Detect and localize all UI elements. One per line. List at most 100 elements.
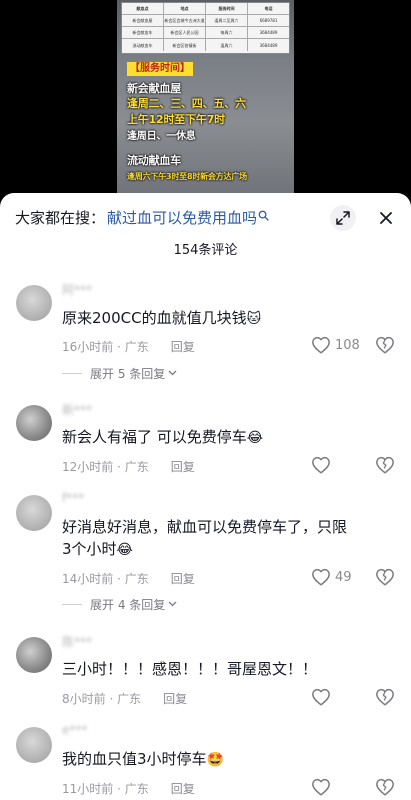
comment-meta: 11小时前 · 广东 回复 [62, 780, 195, 797]
divider [62, 604, 82, 605]
video-background[interactable]: 献血点 地点 服务时间 电话 新会献血屋 新会区会城今古洲大道 逢周二至周六 6… [0, 0, 411, 205]
chevron-down-icon [168, 368, 177, 379]
broken-heart-icon [376, 456, 394, 474]
chevron-down-icon [168, 599, 177, 610]
table-cell: 逢周六 [206, 39, 248, 51]
comment-username[interactable]: 阿*** [62, 281, 92, 298]
table-cell: 每周六 [206, 27, 248, 38]
heart-outline-icon [312, 336, 330, 354]
overlay-line: 流动献血车 [127, 154, 181, 167]
table-cell: 地点 [164, 3, 206, 14]
dislike-button[interactable] [375, 336, 395, 358]
comment-text-content: 原来200CC的血就值几块钱 [62, 309, 247, 327]
like-button[interactable]: 108 [311, 336, 360, 354]
avatar[interactable] [16, 285, 52, 321]
like-button[interactable] [311, 688, 335, 706]
expand-replies-label: 展开 5 条回复 [90, 367, 166, 381]
reply-button[interactable]: 回复 [171, 340, 195, 354]
comment-sheet: 大家都在搜： 献过血可以免费用血吗 154条评论 阿*** 原来200CC的血就… [0, 193, 411, 800]
search-icon [258, 210, 269, 224]
reply-button[interactable]: 回复 [171, 782, 195, 796]
broken-heart-icon [376, 688, 394, 706]
close-icon[interactable] [373, 205, 399, 231]
table-cell: 流动献血车 [122, 39, 164, 51]
avatar[interactable] [16, 495, 52, 531]
overlay-line: 上午12时至下午7时 [127, 113, 225, 126]
search-prefix: 大家都在搜： [15, 208, 106, 227]
table-cell: 服务时间 [206, 3, 248, 14]
comment-time: 16小时前 · 广东 [62, 340, 149, 354]
dislike-button[interactable] [375, 778, 395, 800]
comment-text: 好消息好消息，献血可以免费停车了，只限3个小时😂 [62, 516, 352, 560]
like-count: 108 [335, 337, 360, 353]
overlay-line: 逢周日、一休息 [127, 131, 196, 142]
comment-time: 14小时前 · 广东 [62, 572, 149, 586]
expand-replies-button[interactable]: 展开 5 条回复 [62, 365, 177, 382]
comment-meta: 8小时前 · 广东 回复 [62, 690, 187, 707]
reply-button[interactable]: 回复 [163, 692, 187, 706]
like-button[interactable]: 49 [311, 568, 352, 586]
comment-text-content: 我的血只值3小时停车 [62, 750, 207, 768]
search-query-link[interactable]: 献过血可以免费用血吗 [107, 207, 257, 228]
broken-heart-icon [376, 336, 394, 354]
laugh-cry-emoji-icon: 😂 [246, 430, 264, 446]
expand-replies-label: 展开 4 条回复 [90, 598, 166, 612]
table-row: 流动献血车 新会区各镇街 逢周六 3684489 [122, 39, 289, 51]
table-cell: 新会献血车 [122, 27, 164, 38]
table-cell: 献血点 [122, 3, 164, 14]
comment-meta: 16小时前 · 广东 回复 [62, 338, 195, 355]
comment-username[interactable]: f*** [62, 491, 84, 505]
like-button[interactable] [311, 778, 335, 796]
dislike-button[interactable] [375, 568, 395, 590]
comment-count: 154条评论 [173, 243, 238, 258]
like-button[interactable] [311, 456, 335, 474]
avatar[interactable] [16, 405, 52, 441]
table-row: 献血点 地点 服务时间 电话 [122, 3, 289, 15]
broken-heart-icon [376, 778, 394, 796]
overlay-line: 新会献血屋 [127, 82, 181, 95]
comment-text-content: 新会人有福了 可以免费停车 [62, 428, 247, 446]
comment-text-content: 好消息好消息，献血可以免费停车了，只限3个小时 [62, 518, 348, 558]
dislike-button[interactable] [375, 688, 395, 710]
table-cell: 新会区人民公园 [164, 27, 206, 38]
table-cell: 逢周二至周六 [206, 15, 248, 26]
table-row: 新会献血屋 新会区会城今古洲大道 逢周二至周六 6689781 [122, 15, 289, 27]
search-suggestion[interactable]: 大家都在搜： 献过血可以免费用血吗 [15, 205, 269, 229]
comment-meta: 12小时前 · 广东 回复 [62, 458, 195, 475]
broken-heart-icon [376, 568, 394, 586]
heart-outline-icon [312, 568, 330, 586]
table-cell: 新会区各镇街 [164, 39, 206, 51]
heart-outline-icon [312, 456, 330, 474]
reply-button[interactable]: 回复 [171, 460, 195, 474]
table-cell: 6689781 [259, 18, 278, 23]
divider [62, 373, 82, 374]
comment-time: 11小时前 · 广东 [62, 782, 149, 796]
avatar[interactable] [16, 637, 52, 673]
comment-text: 新会人有福了 可以免费停车😂 [62, 426, 302, 448]
comment-username[interactable]: 新*** [62, 401, 92, 418]
laugh-cry-emoji-icon: 😂 [116, 542, 133, 558]
comment-username[interactable]: e*** [62, 723, 87, 737]
overlay-line: 逢周二、三、四、五、六 [127, 97, 246, 110]
table-cell: 新会献血屋 [122, 15, 164, 26]
table-cell: 新会区会城今古洲大道 [164, 15, 206, 26]
heart-outline-icon [312, 688, 330, 706]
comment-time: 8小时前 · 广东 [62, 692, 142, 706]
expand-replies-button[interactable]: 展开 4 条回复 [62, 596, 177, 613]
avatar[interactable] [16, 727, 52, 763]
like-count: 49 [335, 569, 352, 585]
table-cell: 电话 [264, 6, 273, 11]
overlay-line: 逢周六下午3时至8时新会方达广场 [127, 172, 247, 181]
heart-outline-icon [312, 778, 330, 796]
video-frame: 献血点 地点 服务时间 电话 新会献血屋 新会区会城今古洲大道 逢周二至周六 6… [117, 0, 294, 205]
dislike-button[interactable] [375, 456, 395, 478]
table-row: 新会献血车 新会区人民公园 每周六 3684489 [122, 27, 289, 39]
comment-meta: 14小时前 · 广东 回复 [62, 570, 195, 587]
table-cell: 3684489 [259, 42, 278, 48]
expand-icon[interactable] [330, 205, 356, 231]
comment-username[interactable]: 陈*** [62, 633, 92, 650]
comment-text: 原来200CC的血就值几块钱🐱 [62, 307, 302, 329]
reply-button[interactable]: 回复 [171, 572, 195, 586]
service-time-badge: 【服务时间】 [127, 62, 193, 76]
comment-text: 三小时！！！感恩！！！哥屋恩文！！ [62, 660, 318, 678]
